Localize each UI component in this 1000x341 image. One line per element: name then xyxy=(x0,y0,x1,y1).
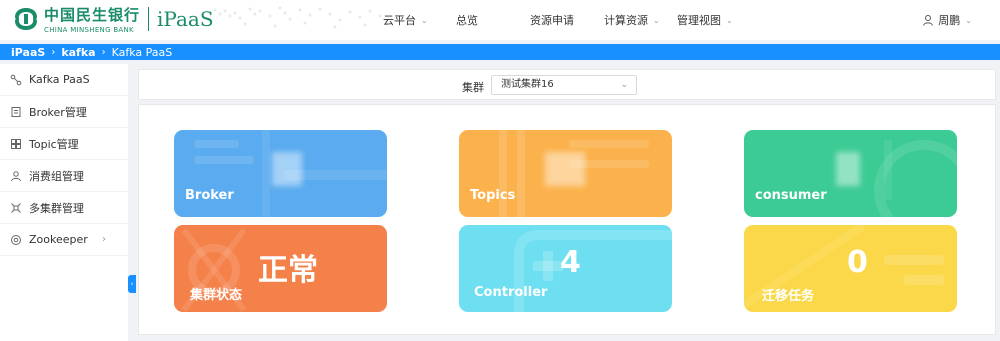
minsheng-logo-icon xyxy=(15,8,37,30)
sidebar-item-label: Zookeeper xyxy=(29,233,88,246)
sidebar: Kafka PaaS Broker管理 Topic管理 消费组管理 多集群管理 … xyxy=(0,64,128,341)
consumer-card[interactable]: consumer xyxy=(744,130,957,217)
breadcrumb-separator-icon: › xyxy=(51,46,56,58)
breadcrumb-item-ipaas[interactable]: iPaaS xyxy=(11,46,45,59)
nav-label: 云平台 xyxy=(383,14,416,27)
controller-card[interactable]: 4 Controller xyxy=(459,225,672,312)
user-menu[interactable]: 周鹏 ⌄ xyxy=(922,12,972,28)
nav-label: 计算资源 xyxy=(604,14,648,27)
blurred-value xyxy=(836,152,860,186)
sidebar-item-topic[interactable]: Topic管理 xyxy=(0,128,128,160)
chevron-down-icon: ⌄ xyxy=(421,15,428,25)
sidebar-item-label: Kafka PaaS xyxy=(29,73,90,86)
migration-task-value: 0 xyxy=(847,245,868,280)
consumer-label: consumer xyxy=(755,188,827,203)
breadcrumb: iPaaS › kafka › Kafka PaaS xyxy=(0,44,1000,60)
nav-cloud-platform[interactable]: 云平台 ⌄ xyxy=(383,0,428,40)
broker-label: Broker xyxy=(185,188,234,203)
migration-task-label: 迁移任务 xyxy=(762,289,815,304)
cluster-status-label: 集群状态 xyxy=(190,288,243,303)
controller-value: 4 xyxy=(560,245,581,280)
sidebar-item-zookeeper[interactable]: Zookeeper › xyxy=(0,224,128,256)
chevron-right-icon: › xyxy=(102,234,106,245)
breadcrumb-item-kafka[interactable]: kafka xyxy=(61,46,95,59)
cluster-icon xyxy=(11,202,21,213)
world-map-decoration xyxy=(208,6,382,29)
migration-task-card[interactable]: 0 迁移任务 xyxy=(744,225,957,312)
nav-label: 总览 xyxy=(456,14,478,27)
dashboard-cards-panel: Broker Topics consumer 正常 集群状态 4 Control… xyxy=(138,104,996,335)
broker-card[interactable]: Broker xyxy=(174,130,387,217)
cluster-status-value: 正常 xyxy=(258,253,318,288)
sidebar-item-label: 消费组管理 xyxy=(29,169,84,183)
nav-label: 管理视图 xyxy=(677,14,721,27)
top-header: 中国民生银行 CHINA MINSHENG BANK iPaaS 云平台 ⌄ 总… xyxy=(0,0,1000,40)
nav-resource-request[interactable]: 资源申请 xyxy=(530,0,574,40)
sidebar-item-consumer-group[interactable]: 消费组管理 xyxy=(0,160,128,192)
cluster-status-card[interactable]: 正常 集群状态 xyxy=(174,225,387,312)
nav-compute-resources[interactable]: 计算资源 ⌄ xyxy=(604,0,660,40)
sidebar-item-label: Broker管理 xyxy=(29,105,87,119)
cluster-select[interactable]: 测试集群16 ⌄ xyxy=(491,75,637,95)
blurred-value xyxy=(272,152,302,186)
chevron-down-icon: ⌄ xyxy=(965,15,972,25)
topics-card[interactable]: Topics xyxy=(459,130,672,217)
nodes-icon xyxy=(10,74,22,85)
nav-label: 资源申请 xyxy=(530,14,574,27)
bank-name-cn: 中国民生银行 xyxy=(44,6,141,24)
bank-logo[interactable]: 中国民生银行 CHINA MINSHENG BANK iPaaS xyxy=(12,4,214,34)
grid-icon xyxy=(11,138,21,149)
chevron-down-icon: ⌄ xyxy=(620,80,628,90)
blurred-value xyxy=(545,152,585,186)
circle-icon xyxy=(11,234,21,245)
sidebar-item-kafka-paas[interactable]: Kafka PaaS xyxy=(0,64,128,96)
nav-management-view[interactable]: 管理视图 ⌄ xyxy=(677,0,733,40)
controller-label: Controller xyxy=(474,285,548,300)
breadcrumb-separator-icon: › xyxy=(101,46,106,58)
sidebar-item-broker[interactable]: Broker管理 xyxy=(0,96,128,128)
user-name: 周鹏 xyxy=(938,14,961,27)
bank-name-en: CHINA MINSHENG BANK xyxy=(44,26,134,34)
sidebar-collapse-button[interactable]: ‹ xyxy=(128,275,136,293)
cluster-filter-panel: 集群 测试集群16 ⌄ xyxy=(138,69,996,100)
nav-overview[interactable]: 总览 xyxy=(456,0,478,40)
chevron-down-icon: ⌄ xyxy=(726,15,733,25)
cluster-label: 集群 xyxy=(462,81,484,94)
breadcrumb-item-current: Kafka PaaS xyxy=(111,45,173,59)
user-icon xyxy=(923,15,934,26)
chevron-down-icon: ⌄ xyxy=(653,15,660,25)
document-icon xyxy=(11,106,21,117)
cluster-select-value: 测试集群16 xyxy=(501,79,554,90)
topics-label: Topics xyxy=(470,188,516,203)
sidebar-item-label: 多集群管理 xyxy=(29,201,84,215)
sidebar-item-multi-cluster[interactable]: 多集群管理 xyxy=(0,192,128,224)
chevron-left-icon: ‹ xyxy=(130,280,134,288)
sidebar-item-label: Topic管理 xyxy=(29,137,79,151)
users-icon xyxy=(11,170,21,181)
logo-divider xyxy=(148,7,150,31)
